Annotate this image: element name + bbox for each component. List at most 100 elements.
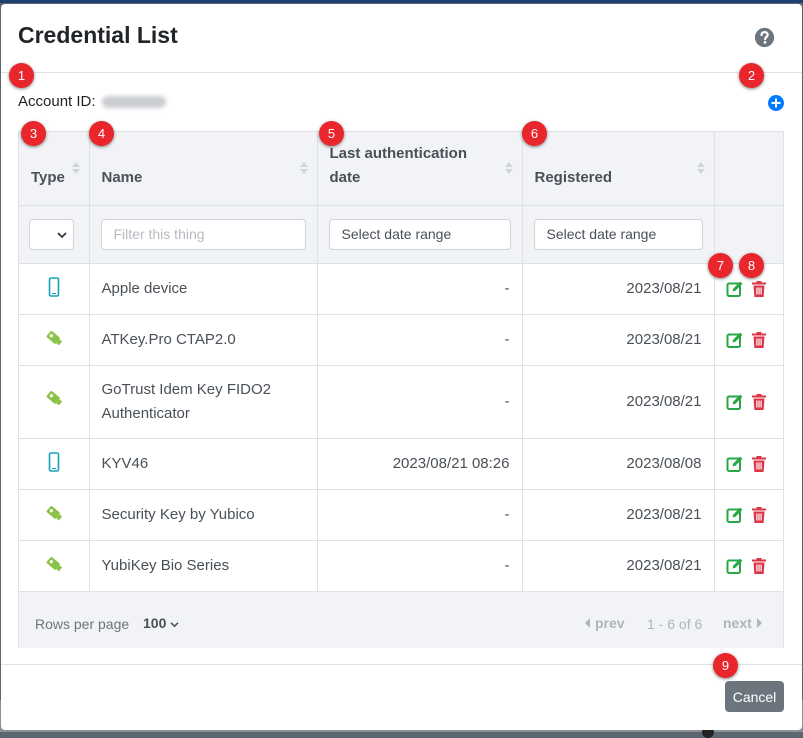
table-row: ATKey.Pro CTAP2.0 - 2023/08/21: [19, 314, 783, 366]
help-icon[interactable]: [754, 27, 775, 48]
registered-cell: 2023/08/21: [522, 263, 715, 315]
table-row: GoTrust Idem Key FIDO2 Authenticator - 20…: [19, 365, 783, 439]
add-credential-icon[interactable]: [768, 95, 784, 111]
last-auth-date-range-input[interactable]: [328, 218, 511, 250]
table-row: Apple device - 2023/08/21: [19, 263, 783, 315]
edit-icon[interactable]: [726, 393, 744, 411]
chevron-down-icon: [57, 231, 67, 238]
type-cell: [19, 365, 90, 439]
rows-per-page-label: Rows per page: [35, 616, 130, 632]
actions-cell: [714, 489, 783, 541]
table-row: Security Key by Yubico - 2023/08/21: [19, 489, 783, 541]
registered-cell: 2023/08/21: [522, 365, 715, 439]
actions-cell: [714, 314, 783, 366]
type-cell: [19, 489, 90, 541]
annotation-marker-8: 8: [739, 253, 764, 278]
annotation-marker-9: 9: [713, 653, 738, 678]
column-header-name-label: Name: [101, 168, 143, 186]
column-header-actions: [714, 132, 783, 206]
sort-icon: [504, 162, 513, 174]
column-header-last-authentication-date[interactable]: Last authentication date: [317, 132, 523, 206]
app-top-bar: [0, 0, 803, 3]
registered-cell: 2023/08/21: [522, 314, 715, 366]
usb-key-icon: [46, 390, 62, 405]
type-cell: [19, 438, 90, 490]
name-line-1: GoTrust Idem Key FIDO2: [101, 380, 272, 398]
name-cell: GoTrust Idem Key FIDO2 Authenticator: [89, 365, 318, 439]
registered-date-range-input[interactable]: [533, 218, 703, 250]
trash-icon[interactable]: [750, 557, 768, 575]
sort-icon: [696, 162, 705, 174]
modal-footer: Cancel: [1, 664, 802, 730]
trash-icon[interactable]: [750, 280, 768, 298]
edit-icon[interactable]: [726, 506, 744, 524]
prev-label: prev: [595, 615, 625, 631]
last-auth-cell: -: [317, 314, 523, 366]
name-filter-input[interactable]: [100, 218, 306, 250]
type-filter-select[interactable]: [29, 218, 74, 250]
last-auth-cell: 2023/08/21 08:26: [317, 438, 523, 490]
account-id-label: Account ID:: [18, 93, 96, 110]
prev-page-button[interactable]: prev: [585, 615, 625, 631]
edit-icon[interactable]: [726, 557, 744, 575]
credential-list-modal: Credential List Account ID: 1 2 3 4 5 6 …: [1, 4, 802, 730]
modal-header: Credential List: [1, 4, 802, 73]
edit-icon[interactable]: [726, 331, 744, 349]
last-auth-cell: -: [317, 263, 523, 315]
account-id-row: Account ID:: [18, 93, 166, 110]
annotation-marker-3: 3: [21, 121, 46, 146]
next-label: next: [723, 615, 752, 631]
caret-right-icon: [756, 618, 762, 628]
trash-icon[interactable]: [750, 455, 768, 473]
column-header-type-label: Type: [31, 168, 65, 186]
name-cell: Apple device: [89, 263, 318, 315]
mobile-icon: [48, 276, 60, 297]
annotation-marker-6: 6: [522, 121, 547, 146]
credential-table: Type Name Last authentication date Regis…: [19, 132, 783, 592]
column-header-registered[interactable]: Registered: [522, 132, 715, 206]
last-auth-cell: -: [317, 540, 523, 592]
name-cell: ATKey.Pro CTAP2.0: [89, 314, 318, 366]
table-row: YubiKey Bio Series - 2023/08/21: [19, 540, 783, 592]
actions-cell: [714, 540, 783, 592]
column-header-last-auth-label-line1: Last authentication: [329, 144, 468, 162]
annotation-marker-5: 5: [319, 121, 344, 146]
name-cell: YubiKey Bio Series: [89, 540, 318, 592]
sort-icon: [299, 162, 308, 174]
cancel-button[interactable]: Cancel: [725, 681, 784, 712]
pagination-range: 1 - 6 of 6: [647, 616, 703, 632]
usb-key-icon: [46, 556, 62, 571]
pagination-bar: Rows per page 100 prev 1 - 6 of 6 next: [19, 592, 783, 648]
trash-icon[interactable]: [750, 393, 768, 411]
modal-title: Credential List: [18, 22, 178, 48]
edit-icon[interactable]: [726, 455, 744, 473]
account-id-redacted: [101, 96, 166, 109]
annotation-marker-4: 4: [89, 121, 114, 146]
sort-icon: [71, 162, 80, 174]
credential-table-container: Type Name Last authentication date Regis…: [18, 131, 784, 648]
registered-cell: 2023/08/21: [522, 489, 715, 541]
type-cell: [19, 263, 90, 315]
chevron-down-icon: [170, 621, 179, 628]
actions-cell: [714, 365, 783, 439]
next-page-button[interactable]: next: [723, 615, 762, 631]
rows-per-page-select[interactable]: 100: [143, 615, 179, 631]
column-header-registered-label: Registered: [534, 168, 613, 186]
last-auth-cell: -: [317, 489, 523, 541]
last-auth-filter-cell: [317, 205, 523, 264]
registered-cell: 2023/08/21: [522, 540, 715, 592]
actions-cell: [714, 438, 783, 490]
caret-left-icon: [585, 618, 590, 628]
mobile-icon: [48, 451, 60, 472]
trash-icon[interactable]: [750, 506, 768, 524]
usb-key-icon: [46, 330, 62, 345]
last-auth-cell: -: [317, 365, 523, 439]
rows-per-page-value: 100: [143, 615, 167, 631]
name-cell: KYV46: [89, 438, 318, 490]
annotation-marker-2: 2: [739, 63, 764, 88]
name-filter-cell: [89, 205, 318, 264]
name-line-2: Authenticator: [101, 404, 190, 422]
column-header-name[interactable]: Name: [89, 132, 318, 206]
trash-icon[interactable]: [750, 331, 768, 349]
edit-icon[interactable]: [726, 280, 744, 298]
